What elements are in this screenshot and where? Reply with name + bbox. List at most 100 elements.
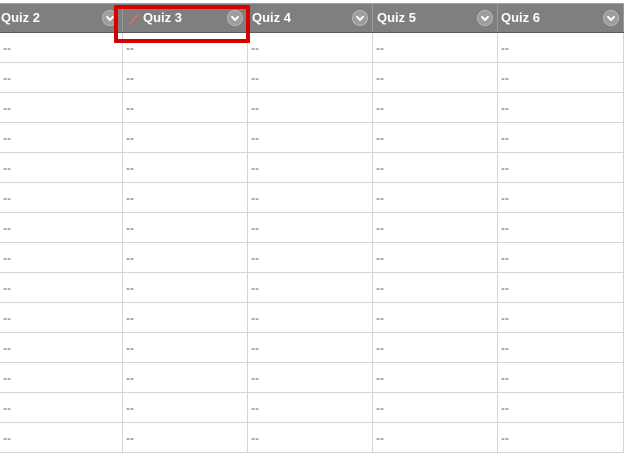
grade-value: -- (126, 311, 134, 325)
grade-cell[interactable]: -- (123, 363, 248, 393)
grade-cell[interactable]: -- (0, 393, 123, 423)
grade-value: -- (126, 221, 134, 235)
grade-cell[interactable]: -- (373, 393, 498, 423)
grade-cell[interactable]: -- (0, 423, 123, 453)
grade-cell[interactable]: -- (498, 243, 624, 273)
column-header-3[interactable]: Quiz 3 (123, 4, 248, 32)
grade-cell[interactable]: -- (0, 93, 123, 123)
grade-cell[interactable]: -- (123, 273, 248, 303)
grade-cell[interactable]: -- (373, 363, 498, 393)
grade-cell[interactable]: -- (123, 423, 248, 453)
grade-cell[interactable]: -- (373, 333, 498, 363)
grade-cell[interactable]: -- (373, 153, 498, 183)
grade-cell[interactable]: -- (0, 303, 123, 333)
grade-cell[interactable]: -- (498, 123, 624, 153)
grade-cell[interactable]: -- (373, 63, 498, 93)
grade-cell[interactable]: -- (0, 153, 123, 183)
grade-cell[interactable]: -- (498, 63, 624, 93)
grade-cell[interactable]: -- (248, 273, 373, 303)
grade-cell[interactable]: -- (123, 303, 248, 333)
grade-cell[interactable]: -- (373, 93, 498, 123)
grade-cell[interactable]: -- (248, 243, 373, 273)
grade-value: -- (3, 431, 11, 445)
grade-value: -- (251, 41, 259, 55)
grade-cell[interactable]: -- (123, 243, 248, 273)
column-header-2[interactable]: Quiz 2 (0, 4, 123, 32)
table-row: -- -- -- -- -- (0, 33, 624, 63)
grade-cell[interactable]: -- (248, 123, 373, 153)
grade-cell[interactable]: -- (248, 63, 373, 93)
grade-cell[interactable]: -- (498, 93, 624, 123)
grade-cell[interactable]: -- (373, 123, 498, 153)
column-header-label: Quiz 4 (252, 10, 292, 25)
grade-value: -- (126, 281, 134, 295)
grade-value: -- (376, 311, 384, 325)
grade-cell[interactable]: -- (373, 183, 498, 213)
grade-cell[interactable]: -- (0, 33, 123, 63)
grade-cell[interactable]: -- (498, 333, 624, 363)
grade-cell[interactable]: -- (0, 273, 123, 303)
grade-cell[interactable]: -- (248, 303, 373, 333)
grade-cell[interactable]: -- (0, 363, 123, 393)
grade-value: -- (501, 251, 509, 265)
grade-cell[interactable]: -- (248, 423, 373, 453)
grade-cell[interactable]: -- (498, 213, 624, 243)
grade-cell[interactable]: -- (498, 363, 624, 393)
chevron-down-icon[interactable] (102, 10, 118, 26)
chevron-down-icon[interactable] (227, 10, 243, 26)
column-header-6[interactable]: Quiz 6 (498, 4, 624, 32)
grade-value: -- (376, 401, 384, 415)
chevron-down-icon[interactable] (603, 10, 619, 26)
grade-value: -- (251, 131, 259, 145)
grade-cell[interactable]: -- (373, 33, 498, 63)
grade-value: -- (501, 101, 509, 115)
grade-value: -- (251, 401, 259, 415)
grade-cell[interactable]: -- (248, 213, 373, 243)
table-row: -- -- -- -- -- (0, 303, 624, 333)
grade-cell[interactable]: -- (248, 393, 373, 423)
grade-cell[interactable]: -- (498, 273, 624, 303)
grade-cell[interactable]: -- (0, 243, 123, 273)
grade-cell[interactable]: -- (373, 213, 498, 243)
chevron-down-icon[interactable] (477, 10, 493, 26)
grade-cell[interactable]: -- (498, 423, 624, 453)
grade-cell[interactable]: -- (248, 93, 373, 123)
grade-cell[interactable]: -- (248, 153, 373, 183)
grade-cell[interactable]: -- (123, 213, 248, 243)
grade-cell[interactable]: -- (373, 423, 498, 453)
grade-cell[interactable]: -- (498, 33, 624, 63)
grade-cell[interactable]: -- (373, 303, 498, 333)
chevron-down-icon[interactable] (352, 10, 368, 26)
grade-cell[interactable]: -- (0, 213, 123, 243)
grade-value: -- (376, 161, 384, 175)
grade-cell[interactable]: -- (123, 33, 248, 63)
grade-value: -- (3, 41, 11, 55)
grade-cell[interactable]: -- (498, 153, 624, 183)
column-header-4[interactable]: Quiz 4 (248, 4, 373, 32)
column-header-label: Quiz 5 (377, 10, 417, 25)
grade-cell[interactable]: -- (123, 153, 248, 183)
grade-cell[interactable]: -- (373, 273, 498, 303)
grade-cell[interactable]: -- (248, 363, 373, 393)
grade-cell[interactable]: -- (123, 63, 248, 93)
grade-cell[interactable]: -- (123, 333, 248, 363)
grade-cell[interactable]: -- (498, 303, 624, 333)
grade-value: -- (501, 341, 509, 355)
column-header-5[interactable]: Quiz 5 (373, 4, 498, 32)
grade-cell[interactable]: -- (123, 123, 248, 153)
grade-cell[interactable]: -- (0, 333, 123, 363)
grade-cell[interactable]: -- (498, 183, 624, 213)
grade-cell[interactable]: -- (498, 393, 624, 423)
grade-cell[interactable]: -- (248, 183, 373, 213)
grade-value: -- (126, 371, 134, 385)
grade-cell[interactable]: -- (373, 243, 498, 273)
grade-cell[interactable]: -- (248, 33, 373, 63)
grade-cell[interactable]: -- (248, 333, 373, 363)
grade-cell[interactable]: -- (0, 123, 123, 153)
grade-cell[interactable]: -- (0, 63, 123, 93)
grade-cell[interactable]: -- (123, 393, 248, 423)
grade-value: -- (376, 431, 384, 445)
grade-cell[interactable]: -- (123, 183, 248, 213)
grade-cell[interactable]: -- (0, 183, 123, 213)
grade-cell[interactable]: -- (123, 93, 248, 123)
